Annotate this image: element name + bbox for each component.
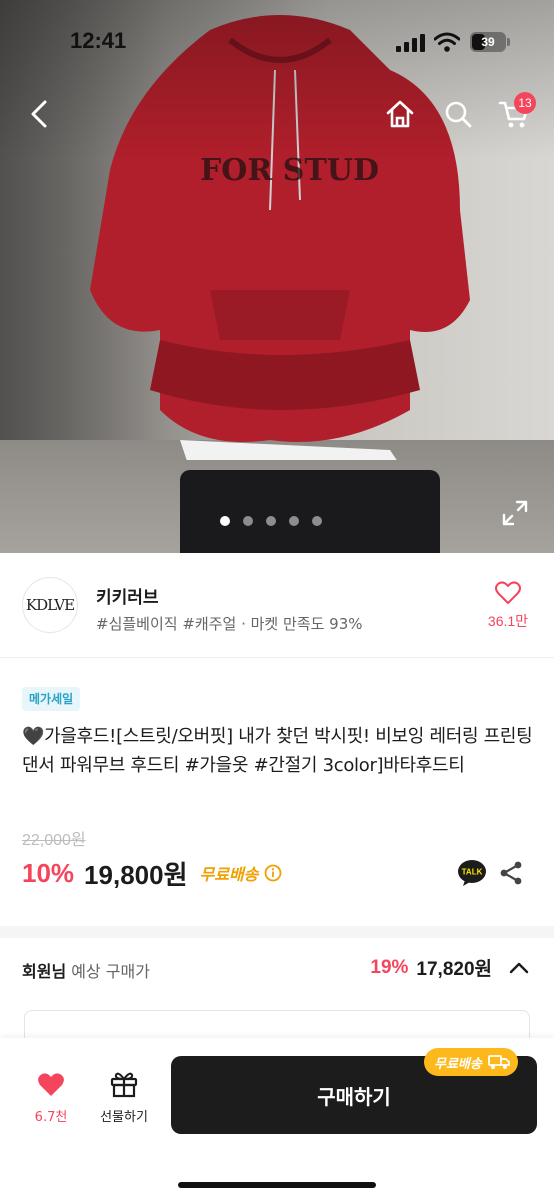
status-bar: 12:41 39: [0, 24, 554, 64]
talk-icon-label: TALK: [462, 868, 483, 877]
shop-tags: #심플베이직 #캐주얼 · 마켓 만족도 93%: [96, 615, 363, 633]
battery-level: 39: [481, 35, 495, 49]
hero-skirt: [180, 470, 440, 553]
buy-button-label: 구매하기: [317, 1084, 391, 1109]
share-button[interactable]: [498, 860, 524, 886]
price-row: 10% 19,800원 무료배송: [22, 855, 282, 891]
carousel-dot[interactable]: [220, 516, 230, 526]
shop-name[interactable]: 키키러브: [96, 583, 159, 608]
product-image[interactable]: FOR STUD: [0, 0, 554, 553]
home-icon: [386, 100, 414, 128]
discount-rate: 10%: [22, 857, 75, 888]
member-discount: 19%: [370, 956, 409, 978]
cart-count-badge: 13: [514, 92, 536, 114]
free-shipping-tag: 무료배송: [424, 1048, 518, 1076]
talk-icon: TALK: [458, 860, 486, 886]
expand-icon: [502, 500, 528, 526]
cellular-signal-icon: [396, 34, 425, 52]
info-icon[interactable]: [264, 864, 282, 882]
shop-logo-text: KDLVE: [25, 596, 75, 614]
image-carousel-dots: [220, 516, 334, 528]
truck-icon: [487, 1055, 510, 1069]
shop-like-button[interactable]: 36.1만: [478, 581, 538, 631]
original-price: 22,000원: [22, 832, 86, 849]
battery-icon: 39: [470, 32, 512, 52]
member-price-values: 19% 17,820원: [370, 954, 530, 981]
carousel-dot[interactable]: [312, 516, 322, 526]
carousel-dot[interactable]: [266, 516, 276, 526]
search-icon: [445, 101, 472, 128]
status-time: 12:41: [70, 28, 127, 53]
home-indicator: [178, 1182, 376, 1188]
carousel-dot[interactable]: [243, 516, 253, 526]
free-shipping-tag-label: 무료배송: [434, 1056, 482, 1072]
product-title: 🖤가을후드![스트릿/오버핏] 내가 찾던 박시핏! 비보잉 레터링 프린팅 댄…: [22, 726, 533, 776]
shop-logo[interactable]: KDLVE: [22, 577, 78, 633]
home-button[interactable]: [380, 94, 420, 134]
back-button[interactable]: [20, 94, 60, 134]
sale-price: 19,800원: [84, 859, 188, 890]
bottom-action-bar: 6.7천 선물하기 구매하기 무료배송: [0, 1038, 554, 1200]
like-button[interactable]: 6.7천: [26, 1072, 76, 1132]
sale-badge: 메가세일: [22, 687, 81, 711]
gift-icon: [110, 1072, 138, 1098]
heart-filled-icon: [38, 1073, 64, 1096]
chevron-left-icon: [31, 100, 47, 128]
member-price: 17,820원: [416, 959, 492, 980]
fullscreen-button[interactable]: [498, 496, 532, 530]
heart-outline-icon: [495, 581, 521, 604]
member-price-label: 회원님 예상 구매가: [22, 958, 150, 982]
shop-info[interactable]: KDLVE 키키러브 #심플베이직 #캐주얼 · 마켓 만족도 93% 36.1…: [0, 553, 554, 658]
carousel-dot[interactable]: [289, 516, 299, 526]
gift-button[interactable]: 선물하기: [92, 1070, 156, 1132]
wifi-icon: [434, 32, 460, 52]
section-divider: [0, 926, 554, 938]
member-label-bold: 회원님: [22, 962, 67, 981]
member-price-row[interactable]: 회원님 예상 구매가 19% 17,820원: [0, 938, 554, 1004]
search-button[interactable]: [438, 94, 478, 134]
share-icon: [500, 861, 522, 885]
chevron-up-icon[interactable]: [508, 957, 530, 979]
shop-like-count: 36.1만: [487, 613, 529, 629]
gift-label: 선물하기: [100, 1110, 148, 1125]
member-label-rest: 예상 구매가: [66, 962, 150, 981]
kakao-talk-button[interactable]: TALK: [457, 858, 487, 888]
like-count: 6.7천: [34, 1110, 68, 1125]
free-shipping-label: 무료배송: [199, 865, 259, 884]
